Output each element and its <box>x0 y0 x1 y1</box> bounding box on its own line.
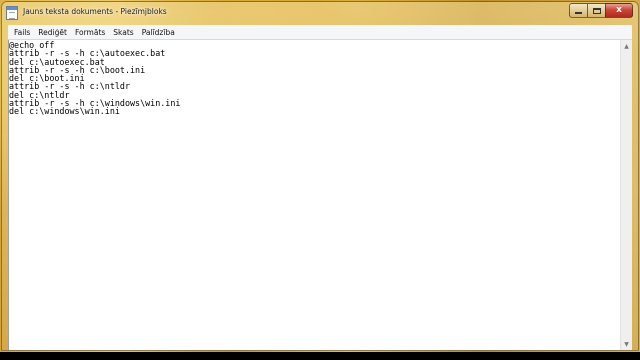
window-title: Jauns teksta dokuments - Piezīmjbloks <box>23 7 167 16</box>
maximize-button[interactable] <box>587 3 605 18</box>
minimize-icon <box>575 12 582 14</box>
menu-format[interactable]: Formāts <box>72 28 108 37</box>
menu-view[interactable]: Skats <box>110 28 136 37</box>
caption-buttons: x <box>569 3 633 18</box>
editor-line: attrib -r -s -h c:\ntldr <box>9 81 131 92</box>
editor-line: del c:\windows\win.ini <box>9 106 120 117</box>
menu-file[interactable]: Fails <box>11 28 33 37</box>
maximize-icon <box>592 7 601 14</box>
minimize-button[interactable] <box>569 3 587 18</box>
screen: Jauns teksta dokuments - Piezīmjbloks x … <box>0 0 640 352</box>
vertical-scrollbar[interactable]: ▲ ▼ <box>620 40 632 350</box>
scroll-down-arrow-icon[interactable]: ▼ <box>621 338 632 350</box>
menu-edit[interactable]: Rediģēt <box>35 28 70 37</box>
scroll-up-arrow-icon[interactable]: ▲ <box>621 40 632 52</box>
notepad-icon[interactable] <box>6 6 18 20</box>
menu-bar: Fails Rediģēt Formāts Skats Palīdzība <box>8 25 632 40</box>
close-button[interactable]: x <box>605 3 633 18</box>
editor-pane: @echo off attrib -r -s -h c:\autoexec.ba… <box>8 40 632 350</box>
title-bar[interactable]: Jauns teksta dokuments - Piezīmjbloks x <box>2 2 638 24</box>
text-editor[interactable]: @echo off attrib -r -s -h c:\autoexec.ba… <box>9 40 620 350</box>
notepad-window: Jauns teksta dokuments - Piezīmjbloks x … <box>1 1 639 351</box>
close-icon: x <box>616 5 622 15</box>
menu-help[interactable]: Palīdzība <box>139 28 178 37</box>
editor-line: attrib -r -s -h c:\boot.ini <box>9 64 146 75</box>
